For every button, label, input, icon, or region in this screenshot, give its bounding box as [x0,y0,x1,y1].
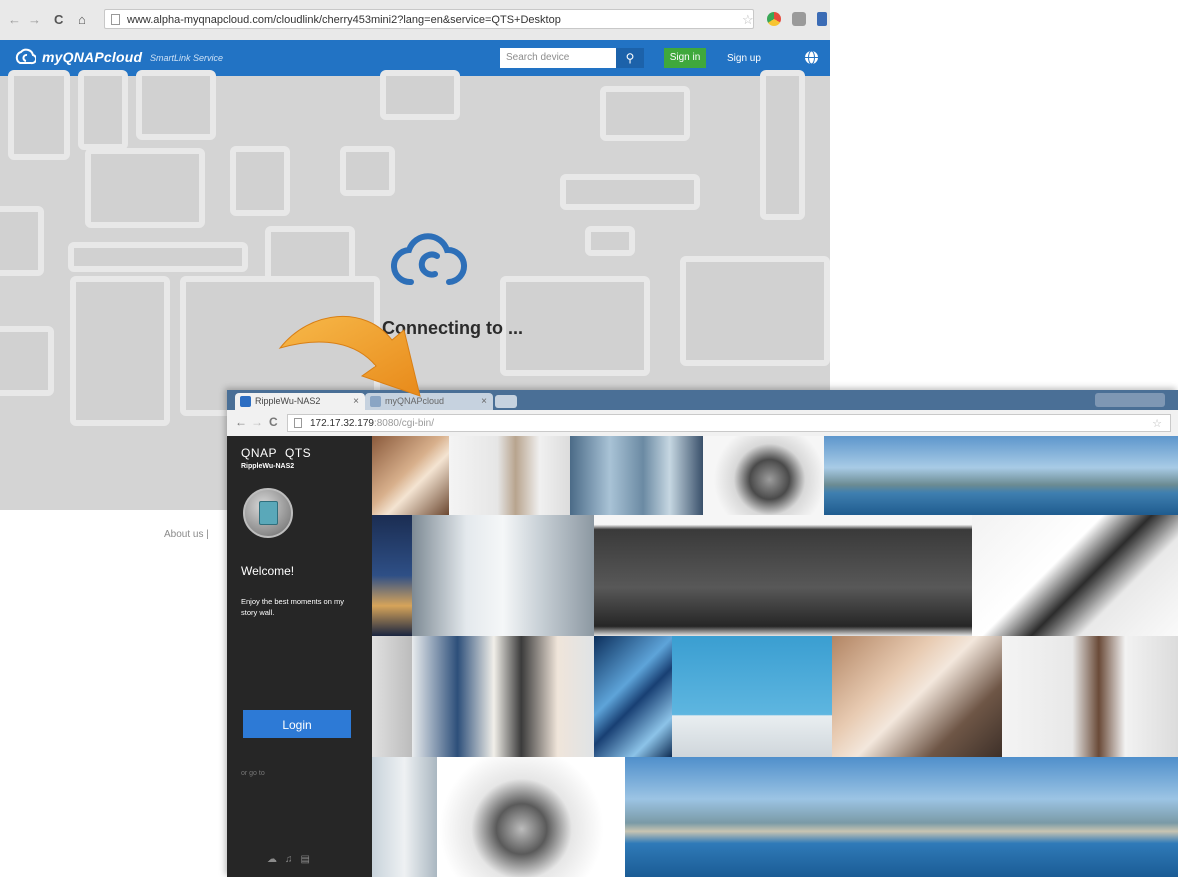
qts-browser-window: RippleWu-NAS2 × myQNAPcloud × ← → C 172.… [227,390,1178,877]
photo-sydney-skyline [625,757,1178,877]
about-us-label: About us [164,529,204,540]
window-controls[interactable] [1095,393,1165,407]
qnap-logo: QNAP QTS [241,446,311,460]
address-bar-text: www.alpha-myqnapcloud.com/cloudlink/cher… [127,14,561,26]
device-shape [340,146,395,196]
page-icon [294,418,302,428]
site-brand[interactable]: myQNAPcloud [42,49,142,65]
browser-toolbar: ← → C 172.17.32.179:8080/cgi-bin/ ☆ [227,410,1178,437]
login-button[interactable]: Login [243,710,351,738]
photo-nas-devices [594,515,972,636]
photo-city-night [372,515,412,636]
address-bar[interactable]: 172.17.32.179:8080/cgi-bin/ ☆ [287,414,1171,432]
close-icon[interactable]: × [481,393,487,410]
home-icon[interactable]: ⌂ [78,12,86,27]
photo-woman-laptop [449,436,570,515]
chrome-extension-icon[interactable] [767,12,781,26]
about-us-link[interactable]: About us | [164,529,209,540]
photo-interior [372,757,437,877]
photo-office-edge [372,636,412,757]
welcome-heading: Welcome! [241,564,295,578]
device-name: RippleWu-NAS2 [241,463,295,470]
forward-icon[interactable]: → [28,12,41,27]
back-icon[interactable]: ← [235,415,247,429]
transition-arrow-icon [278,315,421,397]
search-icon: ⚲ [625,51,635,65]
reload-icon[interactable]: C [269,415,278,429]
device-shape [78,70,128,150]
photo-station-icon[interactable]: ☁ [267,854,285,865]
extension-icon[interactable] [792,12,806,26]
photo-tablet-touch [832,636,1002,757]
forward-icon[interactable]: → [251,415,263,429]
qts-product-text: QTS [285,446,312,460]
star-icon[interactable]: ☆ [742,12,754,28]
star-icon[interactable]: ☆ [1152,416,1162,433]
nas-icon [243,488,293,538]
browser-toolbar: ← → C ⌂ www.alpha-myqnapcloud.com/cloudl… [0,0,830,41]
search-button[interactable]: ⚲ [616,48,644,68]
page-icon [111,14,120,25]
photo-blue-room [672,636,832,757]
welcome-message: Enjoy the best moments on my story wall. [241,597,344,617]
search-device-input[interactable]: Search device [500,48,616,68]
globe-icon[interactable] [804,50,819,65]
device-shape [230,146,290,216]
reload-icon[interactable]: C [54,12,63,27]
cloud-icon [391,233,467,286]
address-path: :8080/cgi-bin/ [373,418,434,429]
file-station-icon[interactable]: ▤ [301,854,318,865]
new-tab-button[interactable] [495,395,517,408]
device-shape [585,226,635,256]
qts-login-sidebar: QNAP QTS RippleWu-NAS2 Welcome! Enjoy the… [227,436,372,877]
photo-hard-drive-open [437,757,625,877]
photo-sydney-harbour [824,436,1178,515]
address-host: 172.17.32.179 [310,418,374,429]
myqnapcloud-logo-icon [15,48,36,65]
quick-app-icons: ☁♫▤ [267,854,318,865]
photo-skyscrapers [594,636,672,757]
address-bar[interactable]: www.alpha-myqnapcloud.com/cloudlink/cher… [104,9,754,29]
photo-hard-drive [703,436,824,515]
device-shape [0,206,44,276]
device-shape [0,326,54,396]
or-go-to-label: or go to [241,770,265,777]
device-shape [600,86,690,141]
device-shape [70,276,170,426]
device-shape [680,256,830,366]
back-icon[interactable]: ← [8,12,21,27]
device-shape [8,70,70,160]
photo-woman-desk [1002,636,1178,757]
device-shape [136,70,216,140]
site-tagline: SmartLink Service [150,53,224,63]
photo-office-hall [570,436,703,515]
device-shape [760,70,805,220]
device-shape [85,148,205,228]
device-shape [560,174,700,210]
photo-hands-keyboard [372,436,449,515]
sign-up-link[interactable]: Sign up [727,53,761,64]
device-shape [380,70,460,120]
photo-tablet-desk [972,515,1178,636]
photo-business-team [412,636,594,757]
photo-data-center [412,515,594,636]
qnap-brand-text: QNAP [241,446,278,460]
sign-in-button[interactable]: Sign in [664,48,706,68]
menu-icon[interactable] [817,12,827,26]
qnap-tab-icon [240,396,251,407]
music-station-icon[interactable]: ♫ [285,854,301,865]
device-shape [68,242,248,272]
